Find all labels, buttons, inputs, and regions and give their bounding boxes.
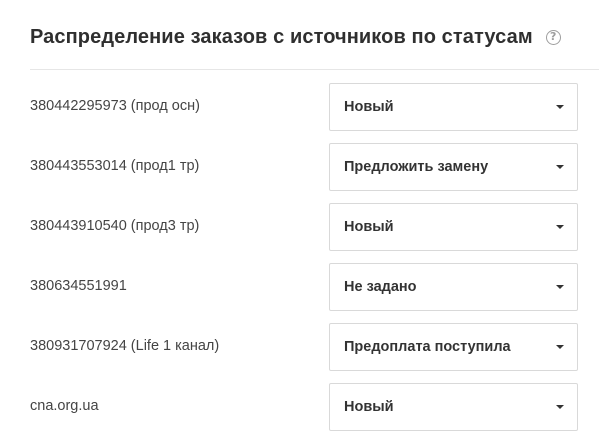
source-row: 380442295973 (прод осн) Новый	[30, 83, 599, 131]
status-selected-value: Не задано	[344, 279, 417, 295]
status-selected-value: Новый	[344, 219, 394, 235]
source-label: 380634551991	[30, 278, 127, 294]
source-row: 380443910540 (прод3 тр) Новый	[30, 203, 599, 251]
source-label: cna.org.ua	[30, 398, 99, 414]
header-divider	[30, 69, 599, 70]
source-row: 380931707924 (Life 1 канал) Предоплата п…	[30, 323, 599, 371]
status-selected-value: Новый	[344, 99, 394, 115]
caret-down-icon	[556, 105, 564, 109]
status-select[interactable]: Предоплата поступила	[329, 323, 578, 371]
status-select[interactable]: Новый	[329, 383, 578, 431]
caret-down-icon	[556, 285, 564, 289]
caret-down-icon	[556, 405, 564, 409]
source-row: cna.org.ua Новый	[30, 383, 599, 431]
help-icon[interactable]: ?	[545, 29, 561, 45]
caret-down-icon	[556, 345, 564, 349]
status-selected-value: Предоплата поступила	[344, 339, 511, 355]
source-label: 380931707924 (Life 1 канал)	[30, 338, 220, 354]
source-label: 380443553014 (прод1 тр)	[30, 158, 200, 174]
status-selected-value: Новый	[344, 399, 394, 415]
status-select[interactable]: Предложить замену	[329, 143, 578, 191]
status-select[interactable]: Новый	[329, 203, 578, 251]
source-label: 380442295973 (прод осн)	[30, 98, 200, 114]
status-select[interactable]: Новый	[329, 83, 578, 131]
section-title: Распределение заказов с источников по ст…	[30, 25, 533, 48]
section-header: Распределение заказов с источников по ст…	[30, 24, 561, 50]
source-label: 380443910540 (прод3 тр)	[30, 218, 200, 234]
source-row: 380634551991 Не задано	[30, 263, 599, 311]
caret-down-icon	[556, 165, 564, 169]
source-status-list: 380442295973 (прод осн) Новый 3804435530…	[30, 83, 599, 443]
caret-down-icon	[556, 225, 564, 229]
status-select[interactable]: Не задано	[329, 263, 578, 311]
source-row: 380443553014 (прод1 тр) Предложить замен…	[30, 143, 599, 191]
status-selected-value: Предложить замену	[344, 159, 489, 175]
